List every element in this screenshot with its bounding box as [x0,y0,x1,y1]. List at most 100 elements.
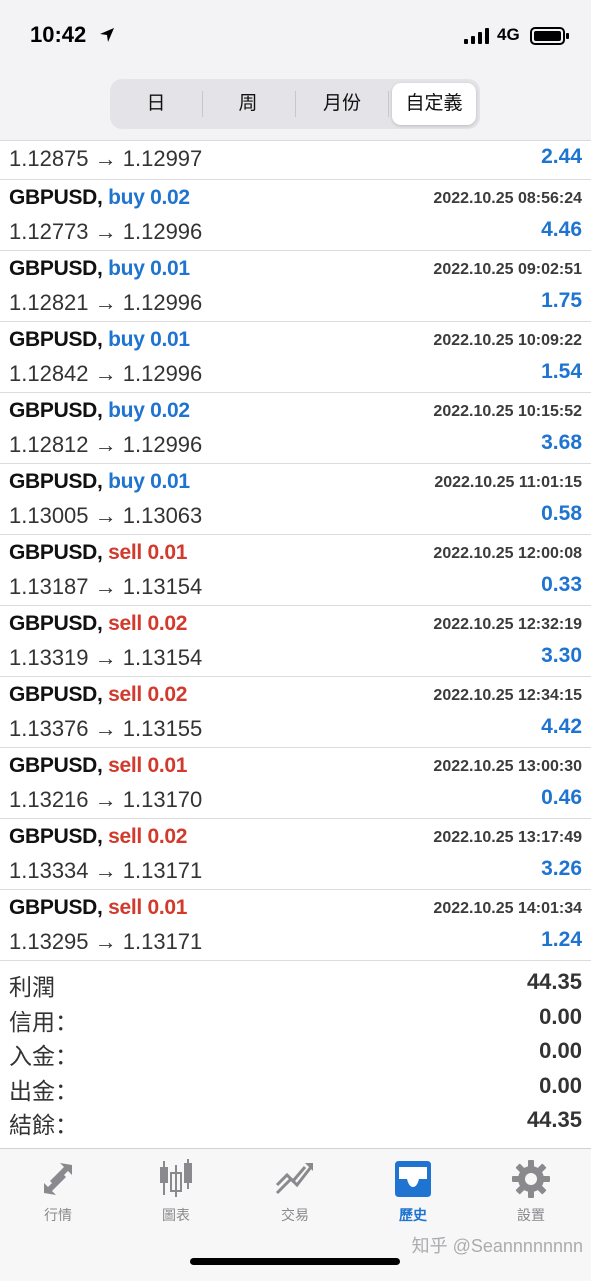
deal-time: 2022.10.25 10:15:52 [433,403,582,420]
symbol-name: GBPUSD, [9,257,103,280]
deal-profit: 0.58 [541,502,582,525]
symbol-name: GBPUSD, [9,612,103,635]
deal-time: 2022.10.25 12:00:08 [433,545,582,562]
summary-value: 44.35 [526,1107,582,1132]
segment-divider [388,91,389,117]
deal-prices: 1.12842 → 1.12996 [9,361,203,386]
deal-row[interactable]: GBPUSD, sell 0.02 2022.10.25 12:34:15 1.13… [0,677,591,748]
summary-value: 0.00 [539,1038,582,1063]
deal-row[interactable]: GBPUSD, sell 0.01 2022.10.25 13:00:30 1.13… [0,748,591,819]
segment-day[interactable]: 日 [114,83,198,125]
tab-settings[interactable]: 設置 [481,1159,581,1225]
deal-row[interactable]: GBPUSD, buy 0.01 2022.10.25 11:01:15 1.130… [0,464,591,535]
deal-time: 2022.10.25 13:00:30 [433,758,582,775]
segment-week[interactable]: 周 [206,83,290,125]
history-deal-list: 1.12875 → 1.12997 2.44 GBPUSD, buy 0.02 2… [0,141,591,961]
tab-history[interactable]: 歷史 [363,1159,463,1225]
symbol-name: GBPUSD, [9,896,103,919]
tab-trade[interactable]: 交易 [245,1159,345,1225]
deal-profit: 1.54 [541,360,582,383]
deal-direction-volume: buy 0.01 [108,257,190,280]
deal-profit: 3.68 [541,431,582,454]
deal-row[interactable]: GBPUSD, sell 0.01 2022.10.25 12:00:08 1.13… [0,535,591,606]
location-arrow-icon [98,26,116,49]
network-type: 4G [497,25,520,44]
summary-row: 利潤 44.35 [0,966,591,1001]
deal-row[interactable]: GBPUSD, sell 0.02 2022.10.25 13:17:49 1.13… [0,819,591,890]
deal-row[interactable]: GBPUSD, sell 0.01 2022.10.25 14:01:34 1.13… [0,890,591,961]
symbol-name: GBPUSD, [9,328,103,351]
tab-label: 設置 [517,1207,545,1223]
tab-label: 圖表 [162,1207,190,1223]
deal-direction-volume: sell 0.02 [108,683,188,706]
deal-direction-volume: sell 0.01 [108,541,188,564]
deal-time: 2022.10.25 12:34:15 [433,687,582,704]
deal-symbol: GBPUSD, sell 0.01 [9,896,187,920]
summary-value: 0.00 [539,1003,582,1029]
segment-divider [295,91,296,117]
deal-time: 2022.10.25 13:17:49 [433,829,582,846]
segment-custom[interactable]: 自定義 [392,83,476,125]
deal-prices: 1.12773 → 1.12996 [9,219,203,244]
deal-profit: 3.26 [541,857,582,880]
symbol-name: GBPUSD, [9,825,103,848]
summary-row: 入金： 0.00 [0,1035,591,1070]
deal-profit: 4.42 [541,715,582,738]
deal-row[interactable]: GBPUSD, buy 0.01 2022.10.25 10:09:22 1.128… [0,322,591,393]
deal-symbol: GBPUSD, sell 0.02 [9,683,187,707]
deal-row[interactable]: GBPUSD, buy 0.02 2022.10.25 10:15:52 1.128… [0,393,591,464]
tab-label: 行情 [44,1207,72,1223]
summary-label: 出金： [9,1077,78,1104]
deal-row[interactable]: GBPUSD, sell 0.02 2022.10.25 12:32:19 1.13… [0,606,591,677]
summary-label: 入金： [9,1043,78,1069]
deal-prices: 1.12812 → 1.12996 [9,432,203,457]
tab-quotes[interactable]: 行情 [8,1159,108,1225]
deal-profit: 1.24 [541,928,582,951]
candlestick-chart-icon [160,1159,192,1197]
deal-row[interactable]: GBPUSD, buy 0.02 2022.10.25 08:56:24 1.127… [0,180,591,251]
summary-label: 結餘： [9,1112,78,1138]
symbol-name: GBPUSD, [9,683,103,706]
deal-symbol: GBPUSD, sell 0.02 [9,825,187,849]
deal-time: 2022.10.25 12:32:19 [433,616,582,633]
deal-prices: 1.13216 → 1.13170 [9,787,203,812]
summary-value: 44.35 [526,969,582,994]
deal-prices: 1.13005 → 1.13063 [9,503,203,528]
status-time: 10:42 [30,22,87,47]
deal-prices: 1.12821 → 1.12996 [9,290,203,315]
home-indicator[interactable] [190,1258,400,1265]
period-header: 日 周 月份 自定義 [0,70,591,141]
deal-time: 2022.10.25 14:01:34 [433,900,582,917]
deal-prices: 1.13295 → 1.13171 [9,929,203,954]
deal-direction-volume: sell 0.01 [108,754,188,777]
deal-symbol: GBPUSD, buy 0.01 [9,328,190,352]
summary-row: 信用： 0.00 [0,1001,591,1036]
deal-time: 2022.10.25 10:09:22 [433,332,582,349]
period-segmented-control: 日 周 月份 自定義 [110,79,480,129]
segment-divider [202,91,203,117]
symbol-name: GBPUSD, [9,186,103,209]
tab-label: 歷史 [399,1207,427,1223]
symbol-name: GBPUSD, [9,470,103,493]
deal-profit: 0.46 [541,786,582,809]
deal-symbol: GBPUSD, buy 0.01 [9,257,190,281]
deal-profit: 3.30 [541,644,582,667]
watermark: 知乎 @Seannnnnnnn [411,1236,583,1256]
deal-direction-volume: sell 0.02 [108,825,188,848]
tab-chart[interactable]: 圖表 [126,1159,226,1225]
deal-symbol: GBPUSD, buy 0.02 [9,186,190,210]
status-bar: 10:42 4G [0,0,591,70]
deal-direction-volume: buy 0.02 [108,399,190,422]
deal-symbol: GBPUSD, buy 0.02 [9,399,190,423]
battery-icon [530,26,570,51]
deal-symbol: GBPUSD, sell 0.01 [9,754,187,778]
deal-row-partial[interactable]: 1.12875 → 1.12997 2.44 [0,141,591,180]
account-summary: 利潤 44.35 信用： 0.00 入金： 0.00 出金： 0.00 結餘： 44.35 [0,966,591,1139]
symbol-name: GBPUSD, [9,754,103,777]
deal-row[interactable]: GBPUSD, buy 0.01 2022.10.25 09:02:51 1.128… [0,251,591,322]
deal-prices: 1.13319 → 1.13154 [9,645,203,670]
history-tray-icon [395,1161,431,1197]
segment-month[interactable]: 月份 [299,83,385,125]
summary-label: 信用： [9,1008,78,1035]
deal-profit: 1.75 [541,289,582,312]
